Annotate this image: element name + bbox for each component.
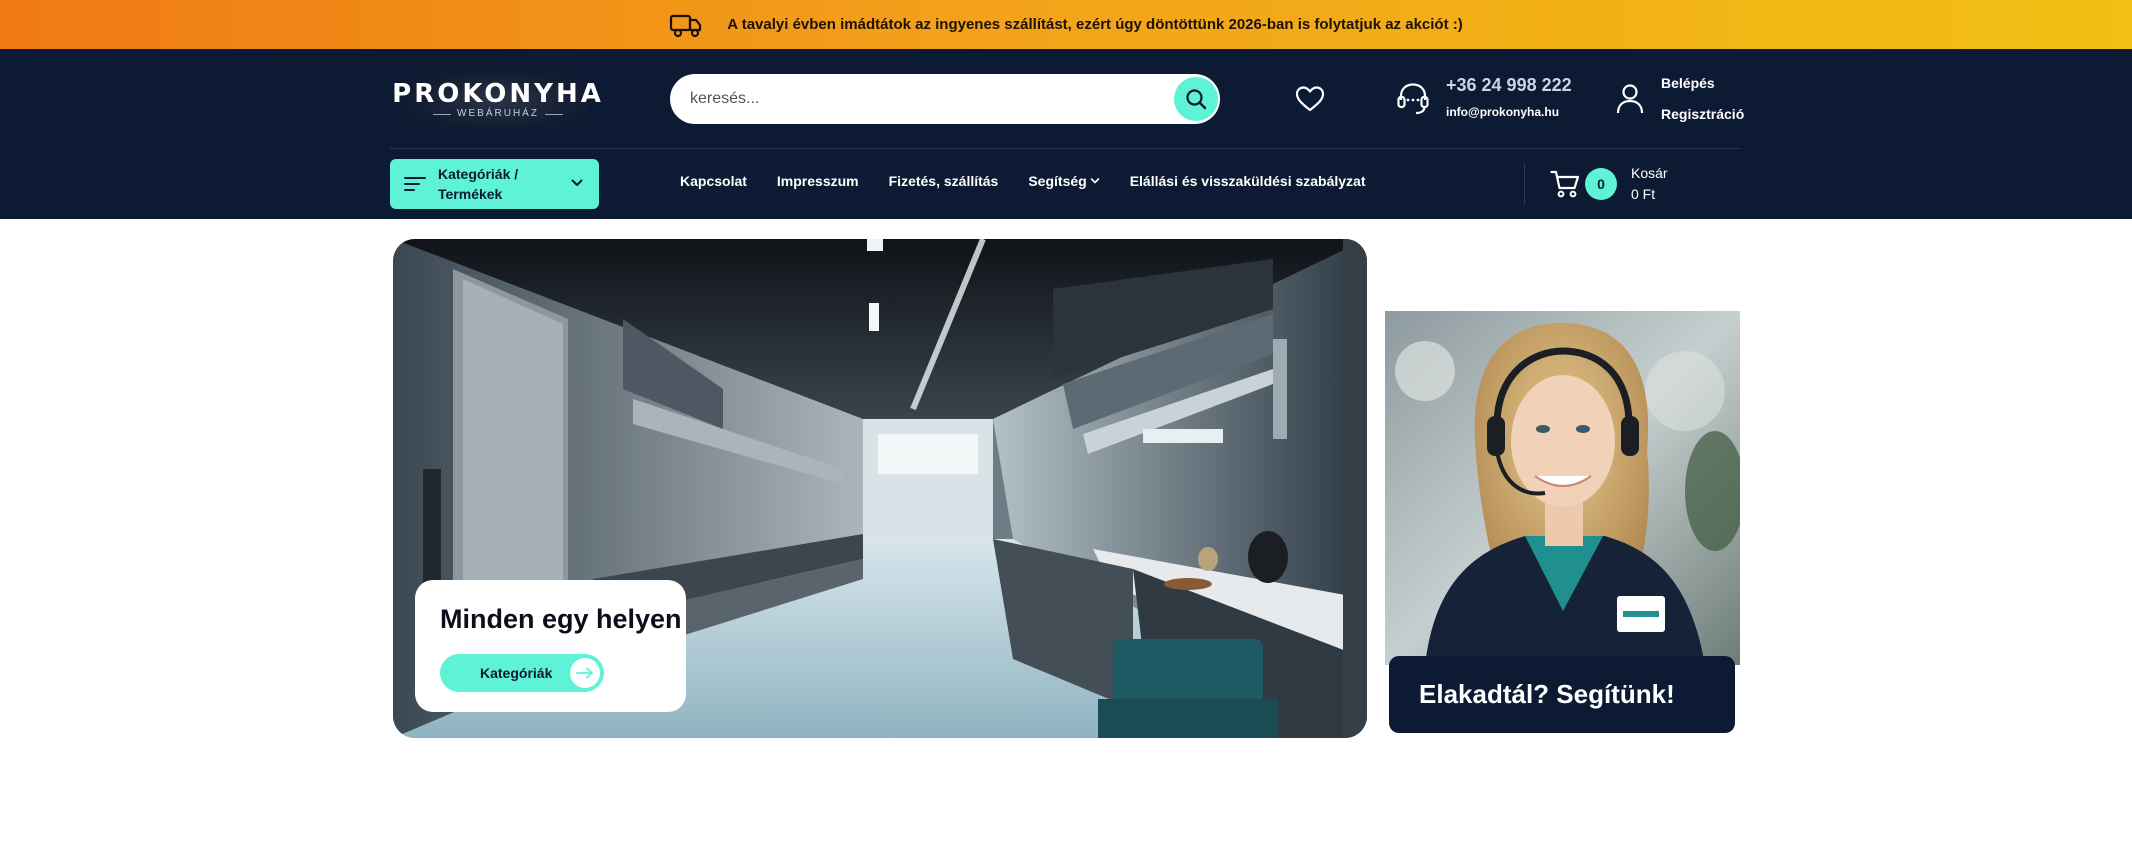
cart-label[interactable]: Kosár [1631, 165, 1668, 181]
nav-item-elallasi-szabalyzat[interactable]: Elállási és visszaküldési szabályzat [1130, 173, 1366, 189]
logo-sub-text: WEBÁRUHÁZ [433, 108, 563, 120]
header-divider [390, 148, 1740, 149]
menu-lines-icon [404, 177, 426, 191]
hero-banner[interactable]: Minden egy helyen Kategóriák [393, 239, 1367, 738]
arrow-right-icon [570, 658, 600, 688]
support-card[interactable]: Elakadtál? Segítünk! [1389, 656, 1735, 733]
hero-card: Minden egy helyen Kategóriák [415, 580, 686, 712]
hero-button-label: Kategóriák [480, 665, 553, 681]
support-agent-photo [1385, 311, 1740, 665]
nav-item-segitseg[interactable]: Segítség [1028, 173, 1100, 189]
promo-bar: A tavalyi évben imádtátok az ingyenes sz… [0, 0, 2132, 49]
categories-button[interactable]: Kategóriák / Termékek [390, 159, 599, 209]
hero-categories-button[interactable]: Kategóriák [440, 654, 604, 692]
support-banner[interactable] [1385, 311, 1740, 665]
search-icon [1186, 89, 1207, 110]
chevron-down-icon [571, 179, 583, 186]
search-input[interactable] [690, 86, 1140, 112]
truck-icon [670, 14, 702, 37]
headset-icon [1397, 83, 1429, 115]
site-logo[interactable]: PROKONYHA WEBÁRUHÁZ [392, 71, 601, 129]
search-button[interactable] [1174, 77, 1218, 121]
logo-main-text: PROKONYHA [392, 79, 604, 109]
cart-count-badge[interactable]: 0 [1585, 168, 1617, 200]
nav-item-segitseg-label: Segítség [1028, 173, 1087, 189]
nav-item-kapcsolat[interactable]: Kapcsolat [680, 173, 747, 189]
cart-total: 0 Ft [1631, 186, 1656, 202]
email-address[interactable]: info@prokonyha.hu [1446, 105, 1559, 119]
user-icon[interactable] [1615, 83, 1645, 115]
register-link[interactable]: Regisztráció [1661, 106, 1744, 122]
support-title: Elakadtál? Segítünk! [1419, 679, 1675, 709]
site-header: PROKONYHA WEBÁRUHÁZ +36 24 998 222 info@… [0, 49, 2132, 219]
login-link[interactable]: Belépés [1661, 75, 1715, 91]
main-nav: Kapcsolat Impresszum Fizetés, szállítás … [680, 173, 1366, 189]
cart-icon[interactable] [1550, 169, 1580, 199]
nav-item-impresszum[interactable]: Impresszum [777, 173, 859, 189]
hero-title: Minden egy helyen [440, 604, 682, 634]
nav-item-fizetes-szallitas[interactable]: Fizetés, szállítás [889, 173, 999, 189]
chevron-down-icon [1090, 178, 1100, 184]
promo-text: A tavalyi évben imádtátok az ingyenes sz… [727, 16, 1463, 33]
wishlist-heart-icon[interactable] [1295, 85, 1325, 113]
categories-button-label: Kategóriák / Termékek [438, 166, 519, 202]
phone-number[interactable]: +36 24 998 222 [1446, 75, 1572, 96]
search-bar [670, 74, 1220, 124]
nav-divider [1524, 164, 1525, 204]
